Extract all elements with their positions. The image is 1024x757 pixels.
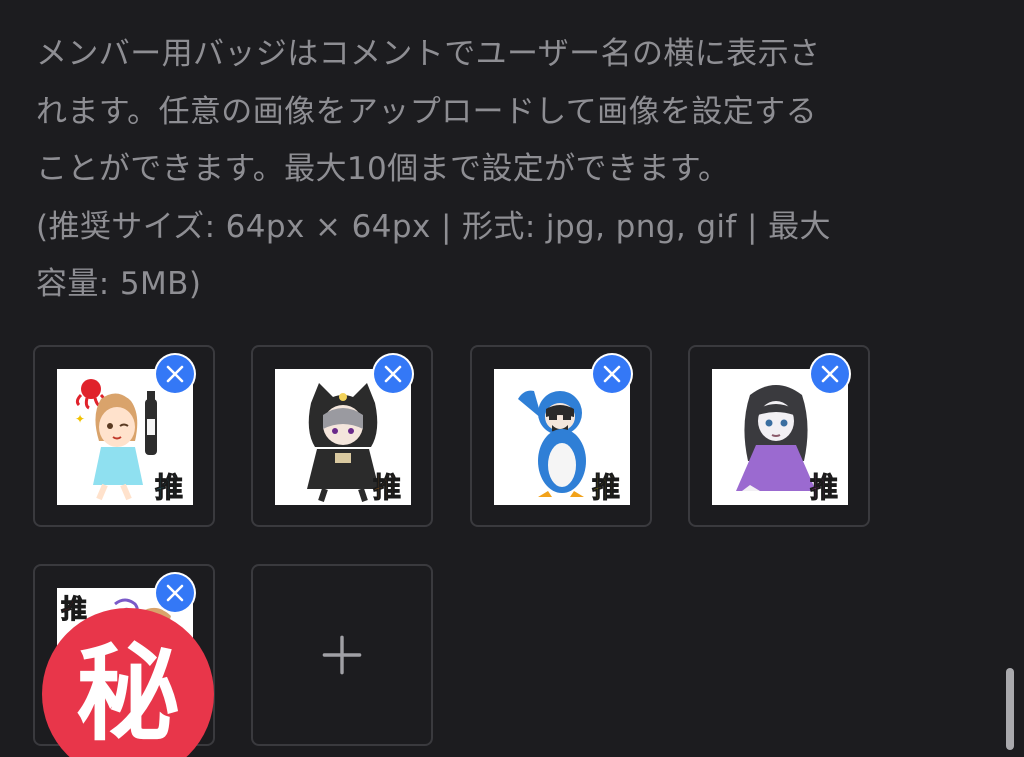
badge-description: メンバー用バッジはコメントでユーザー名の横に表示さ れます。任意の画像をアップロ… bbox=[36, 26, 996, 314]
scrollbar[interactable] bbox=[1006, 668, 1014, 750]
badge-tile[interactable]: 推 bbox=[470, 345, 652, 527]
remove-badge-button[interactable] bbox=[156, 574, 194, 612]
close-icon bbox=[384, 365, 402, 383]
badge-tile[interactable]: 推 bbox=[251, 345, 433, 527]
close-icon bbox=[166, 584, 184, 602]
badge-label: 推 bbox=[373, 471, 401, 504]
close-icon bbox=[166, 365, 184, 383]
description-line: (推奨サイズ: 64px × 64px | 形式: jpg, png, gif … bbox=[36, 208, 831, 245]
add-badge-button[interactable] bbox=[251, 564, 433, 746]
description-line: メンバー用バッジはコメントでユーザー名の横に表示さ bbox=[36, 36, 821, 72]
close-icon bbox=[603, 365, 621, 383]
remove-badge-button[interactable] bbox=[156, 355, 194, 393]
badge-tile[interactable]: 推 bbox=[688, 345, 870, 527]
remove-badge-button[interactable] bbox=[374, 355, 412, 393]
remove-badge-button[interactable] bbox=[811, 355, 849, 393]
badge-label: 推 bbox=[155, 471, 183, 504]
description-line: 容量: 5MB) bbox=[36, 266, 202, 303]
badge-tile[interactable]: ✦ 推 bbox=[33, 345, 215, 527]
badge-settings-screen: メンバー用バッジはコメントでユーザー名の横に表示さ れます。任意の画像をアップロ… bbox=[0, 0, 1024, 757]
description-line: れます。任意の画像をアップロードして画像を設定する bbox=[36, 93, 817, 130]
badge-label: 推 bbox=[810, 471, 838, 504]
plus-icon bbox=[322, 635, 362, 675]
badge-label: 推 bbox=[592, 471, 620, 504]
description-line: ことができます。最大10個まで設定ができます。 bbox=[36, 151, 730, 188]
close-icon bbox=[821, 365, 839, 383]
remove-badge-button[interactable] bbox=[593, 355, 631, 393]
svg-text:✦: ✦ bbox=[75, 412, 85, 426]
